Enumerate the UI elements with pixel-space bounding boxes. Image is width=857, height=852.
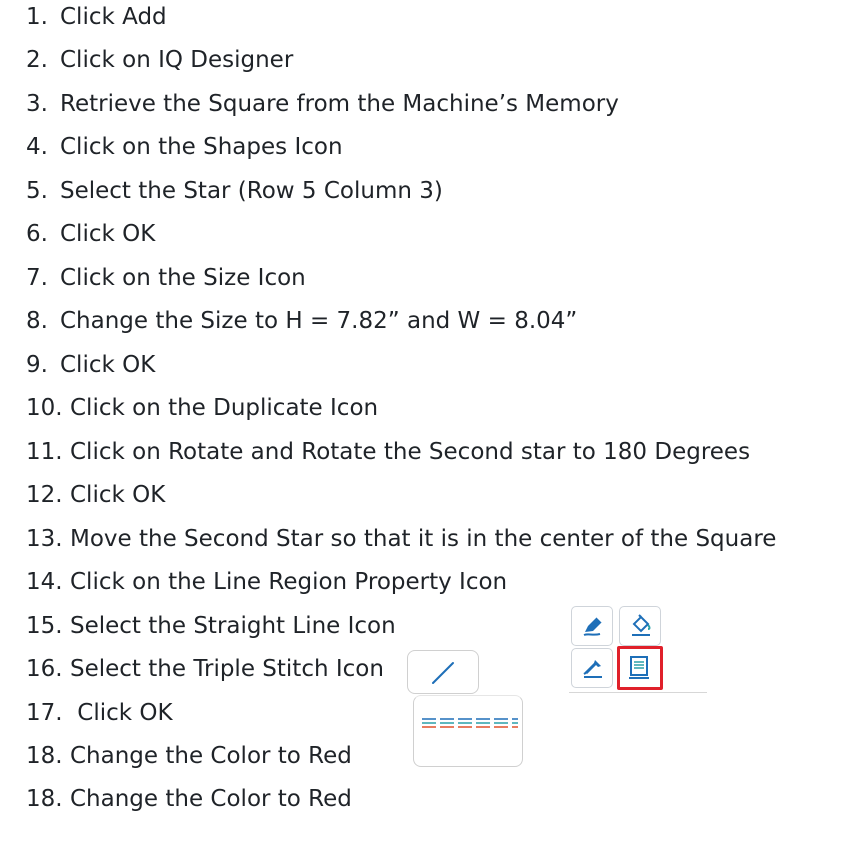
straight-line-icon <box>432 662 454 684</box>
step-number: 5. <box>26 178 48 204</box>
step-number: 15. <box>26 613 63 639</box>
step-number: 18. <box>26 743 63 769</box>
step-text: Click OK <box>60 221 156 247</box>
triple-stitch-icon <box>422 718 518 728</box>
step-item: 18. Change the Color to Red <box>26 741 352 771</box>
step-number: 17. <box>26 700 63 726</box>
step-item: 1. Click Add <box>26 2 167 32</box>
step-number: 12. <box>26 482 63 508</box>
step-text: Click on the Size Icon <box>60 265 306 291</box>
step-text: Click OK <box>60 352 156 378</box>
step-text: Click Add <box>60 4 167 30</box>
step-text: Change the Color to Red <box>70 743 352 769</box>
step-item: 2. Click on IQ Designer <box>26 45 293 75</box>
step-text: Click on the Shapes Icon <box>60 134 343 160</box>
step-text: Select the Star (Row 5 Column 3) <box>60 178 443 204</box>
step-text: Click OK <box>70 700 173 726</box>
eyedropper-icon[interactable] <box>571 648 613 688</box>
step-item: 10. Click on the Duplicate Icon <box>26 393 378 423</box>
step-item: 15. Select the Straight Line Icon <box>26 611 396 641</box>
step-number: 7. <box>26 265 48 291</box>
step-number: 1. <box>26 4 48 30</box>
line-region-property-icon[interactable] <box>617 646 663 690</box>
step-text: Select the Straight Line Icon <box>70 613 396 639</box>
step-item: 18. Change the Color to Red <box>26 784 352 814</box>
step-number: 8. <box>26 308 48 334</box>
step-text: Click on the Line Region Property Icon <box>70 569 508 595</box>
step-text: Retrieve the Square from the Machine’s M… <box>60 91 619 117</box>
line-region-property-panel <box>569 604 707 693</box>
step-text: Change the Size to H = 7.82” and W = 8.0… <box>60 308 578 334</box>
step-item: 7. Click on the Size Icon <box>26 263 306 293</box>
step-number: 11. <box>26 439 63 465</box>
triple-stitch-button[interactable] <box>413 695 523 767</box>
step-text: Click on Rotate and Rotate the Second st… <box>70 439 751 465</box>
step-number: 16. <box>26 656 63 682</box>
step-text: Click on IQ Designer <box>60 47 294 73</box>
step-number: 14. <box>26 569 63 595</box>
pen-icon[interactable] <box>571 606 613 646</box>
step-number: 4. <box>26 134 48 160</box>
step-item: 13. Move the Second Star so that it is in… <box>26 524 776 554</box>
fill-bucket-icon[interactable] <box>619 606 661 646</box>
step-item: 17. Click OK <box>26 698 173 728</box>
step-item: 4. Click on the Shapes Icon <box>26 132 343 162</box>
step-number: 6. <box>26 221 48 247</box>
step-item: 16. Select the Triple Stitch Icon <box>26 654 384 684</box>
step-number: 18. <box>26 786 63 812</box>
straight-line-button[interactable] <box>407 650 479 694</box>
step-number: 3. <box>26 91 48 117</box>
step-text: Change the Color to Red <box>70 786 352 812</box>
step-item: 8. Change the Size to H = 7.82” and W = 8… <box>26 306 577 336</box>
step-item: 14. Click on the Line Region Property Ico… <box>26 567 507 597</box>
step-text: Select the Triple Stitch Icon <box>70 656 384 682</box>
step-text: Click OK <box>70 482 166 508</box>
step-number: 10. <box>26 395 63 421</box>
step-number: 2. <box>26 47 48 73</box>
step-item: 12. Click OK <box>26 480 165 510</box>
step-text: Move the Second Star so that it is in th… <box>70 526 777 552</box>
step-item: 11. Click on Rotate and Rotate the Second… <box>26 437 750 467</box>
step-item: 6. Click OK <box>26 219 155 249</box>
step-item: 3. Retrieve the Square from the Machine’s… <box>26 89 619 119</box>
step-item: 5. Select the Star (Row 5 Column 3) <box>26 176 443 206</box>
step-number: 13. <box>26 526 63 552</box>
step-text: Click on the Duplicate Icon <box>70 395 379 421</box>
step-number: 9. <box>26 352 48 378</box>
step-item: 9. Click OK <box>26 350 155 380</box>
